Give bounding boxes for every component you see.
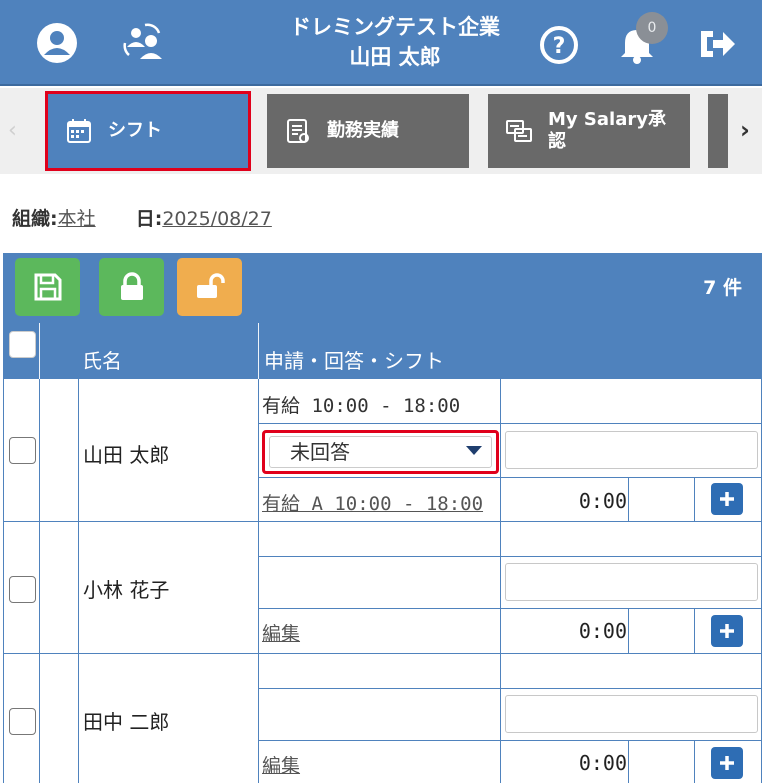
scroll-right-icon[interactable]: › [733, 112, 757, 148]
tab-strip: ‹ シフト 勤務実績 My Salary承認 › [0, 88, 762, 174]
document-icon [283, 116, 313, 146]
company-name: ドレミングテスト企業 [290, 15, 500, 39]
comment-input[interactable] [505, 431, 758, 469]
unlock-icon [196, 273, 225, 298]
lock-icon [120, 272, 143, 300]
table-row: 小林 花子 編集 0:00 [3, 522, 762, 654]
row-checkbox[interactable] [9, 708, 36, 735]
comment-input[interactable] [505, 563, 758, 601]
scroll-left-icon[interactable]: ‹ [8, 118, 17, 143]
select-all-checkbox[interactable] [9, 331, 36, 358]
unlock-button[interactable] [177, 258, 242, 316]
switch-users-icon[interactable] [120, 18, 168, 66]
add-button[interactable] [711, 747, 743, 779]
work-time: 0:00 [578, 489, 627, 513]
app-header: ドレミングテスト企業 山田 太郎 ? 0 [0, 0, 762, 86]
plus-icon [720, 624, 734, 638]
svg-text:?: ? [553, 34, 566, 59]
user-circle-icon[interactable] [34, 20, 80, 66]
header-request: 申請・回答・シフト [264, 349, 444, 373]
date-label: 日: [135, 208, 163, 230]
edit-link[interactable]: 編集 [262, 751, 300, 778]
notification-badge: 0 [636, 12, 668, 44]
company-user-title: ドレミングテスト企業 山田 太郎 [250, 12, 540, 72]
date-link[interactable]: 2025/08/27 [162, 208, 272, 230]
save-icon [34, 273, 61, 301]
action-toolbar: 7 件 [3, 253, 762, 323]
answer-select-value: 未回答 [269, 436, 492, 468]
save-button[interactable] [15, 258, 80, 316]
employee-name: 小林 花子 [83, 578, 170, 602]
table-row: 田中 二郎 編集 0:00 [3, 654, 762, 783]
dropdown-caret-icon [466, 446, 482, 455]
org-date-line: 組織:本社 日:2025/08/27 [12, 204, 272, 231]
employee-name: 山田 太郎 [83, 443, 170, 467]
user-name: 山田 太郎 [349, 45, 441, 69]
calendar-icon [64, 116, 94, 146]
request-text: 有給 10:00 - 18:00 [262, 395, 461, 417]
shift-link[interactable]: 有給 A 10:00 - 18:00 [262, 489, 483, 516]
add-button[interactable] [711, 615, 743, 647]
tab-label: My Salary承認 [548, 109, 666, 152]
edit-link[interactable]: 編集 [262, 619, 300, 646]
work-time: 0:00 [578, 619, 627, 643]
tab-label: シフト [108, 120, 162, 141]
org-link[interactable]: 本社 [58, 208, 96, 230]
help-icon[interactable]: ? [538, 24, 580, 66]
tab-work-record[interactable]: 勤務実績 [267, 94, 469, 168]
org-label: 組織: [12, 208, 58, 230]
plus-icon [720, 492, 734, 506]
logout-icon[interactable] [696, 24, 740, 64]
plus-icon [720, 756, 734, 770]
tab-partial[interactable] [708, 94, 728, 168]
header-name: 氏名 [82, 349, 122, 373]
lock-button[interactable] [99, 258, 164, 316]
comment-input[interactable] [505, 695, 758, 733]
table-header: 氏名 申請・回答・シフト [3, 323, 762, 379]
record-count: 7 件 [703, 277, 742, 299]
row-checkbox[interactable] [9, 576, 36, 603]
work-time: 0:00 [578, 751, 627, 775]
answer-select[interactable]: 未回答 [262, 430, 499, 474]
row-checkbox[interactable] [9, 437, 36, 464]
tab-shift[interactable]: シフト [45, 91, 251, 171]
tab-label: 勤務実績 [327, 120, 399, 141]
table-row: 山田 太郎 有給 10:00 - 18:00 未回答 有給 A 10:00 - … [3, 379, 762, 522]
add-button[interactable] [711, 483, 743, 515]
tab-my-salary-approval[interactable]: My Salary承認 [488, 94, 690, 168]
approval-icon [504, 116, 534, 146]
employee-name: 田中 二郎 [83, 710, 170, 734]
